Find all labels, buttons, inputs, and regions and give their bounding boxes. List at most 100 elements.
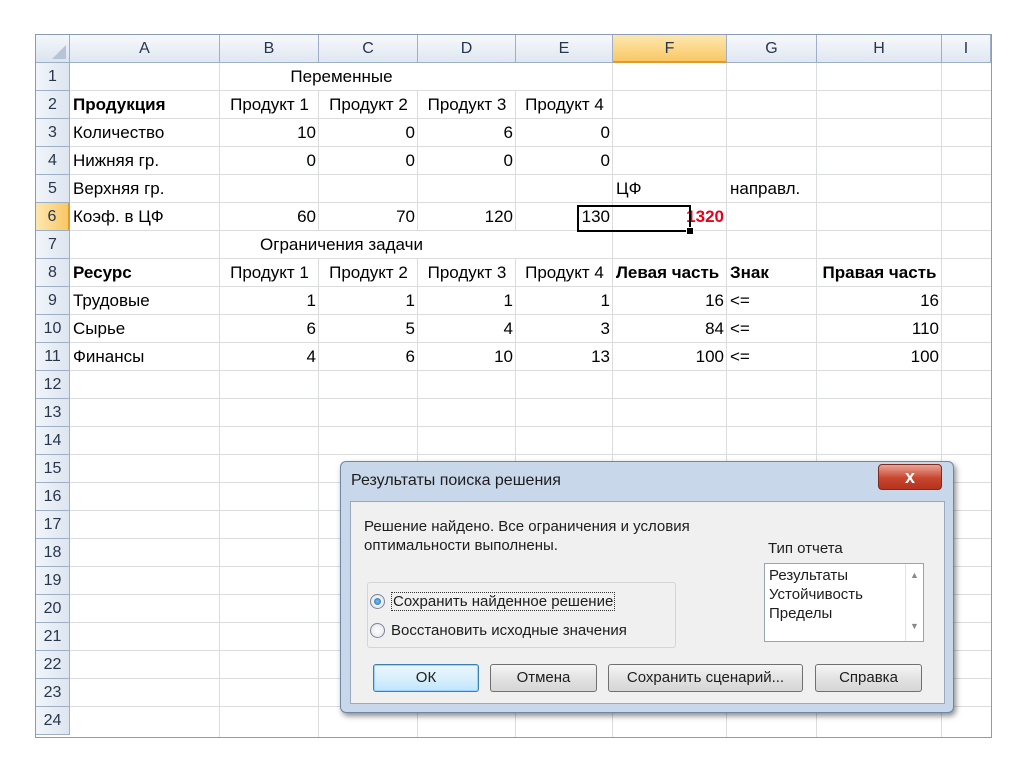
row-header-16[interactable]: 16 <box>36 483 70 511</box>
cell-h10[interactable]: 110 <box>817 315 942 343</box>
cell-f9[interactable]: 16 <box>613 287 727 315</box>
cell-c10[interactable]: 5 <box>319 315 418 343</box>
row-header-20[interactable]: 20 <box>36 595 70 623</box>
row-header-24[interactable]: 24 <box>36 707 70 735</box>
column-header-d[interactable]: D <box>418 35 516 63</box>
cell-e4[interactable]: 0 <box>516 147 613 175</box>
ok-button[interactable]: ОК <box>373 664 479 692</box>
close-button[interactable]: x <box>878 464 942 490</box>
cell-d10[interactable]: 4 <box>418 315 516 343</box>
column-header-h[interactable]: H <box>817 35 942 63</box>
cell-c8[interactable]: Продукт 2 <box>319 259 418 287</box>
cell-a4[interactable]: Нижняя гр. <box>70 147 220 175</box>
column-header-c[interactable]: C <box>319 35 418 63</box>
cancel-button[interactable]: Отмена <box>490 664 597 692</box>
row-header-14[interactable]: 14 <box>36 427 70 455</box>
cell-b3[interactable]: 10 <box>220 119 319 147</box>
radio-keep-solution[interactable]: Сохранить найденное решение <box>370 591 616 613</box>
cell-g11[interactable]: <= <box>727 343 817 371</box>
cell-d3[interactable]: 6 <box>418 119 516 147</box>
cell-a5[interactable]: Верхняя гр. <box>70 175 220 203</box>
row-header-21[interactable]: 21 <box>36 623 70 651</box>
cell-h11[interactable]: 100 <box>817 343 942 371</box>
column-header-e[interactable]: E <box>516 35 613 63</box>
cell-d9[interactable]: 1 <box>418 287 516 315</box>
cell-b9[interactable]: 1 <box>220 287 319 315</box>
cell-g5[interactable]: направл. <box>727 175 817 203</box>
cell-h9[interactable]: 16 <box>817 287 942 315</box>
row-header-17[interactable]: 17 <box>36 511 70 539</box>
cell-g10[interactable]: <= <box>727 315 817 343</box>
cell-c6[interactable]: 70 <box>319 203 418 231</box>
row-header-7[interactable]: 7 <box>36 231 70 259</box>
radio-restore-values[interactable]: Восстановить исходные значения <box>370 620 627 642</box>
fill-handle[interactable] <box>686 227 694 235</box>
cell-a9[interactable]: Трудовые <box>70 287 220 315</box>
column-header-a[interactable]: A <box>70 35 220 63</box>
column-header-g[interactable]: G <box>727 35 817 63</box>
report-list-scrollbar[interactable]: ▲ ▼ <box>905 564 923 641</box>
row-header-1[interactable]: 1 <box>36 63 70 91</box>
cell-a6[interactable]: Коэф. в ЦФ <box>70 203 220 231</box>
cell-e3[interactable]: 0 <box>516 119 613 147</box>
cell-f8[interactable]: Левая часть <box>613 259 727 287</box>
cell-b8[interactable]: Продукт 1 <box>220 259 319 287</box>
select-all-corner[interactable] <box>36 35 70 63</box>
cell-h8[interactable]: Правая часть <box>817 259 942 287</box>
cell-title-constraints[interactable]: Ограничения задачи <box>70 231 613 259</box>
scroll-up-icon[interactable]: ▲ <box>910 570 919 580</box>
cell-d11[interactable]: 10 <box>418 343 516 371</box>
cell-a8[interactable]: Ресурс <box>70 259 220 287</box>
row-header-3[interactable]: 3 <box>36 119 70 147</box>
column-header-b[interactable]: B <box>220 35 319 63</box>
row-header-11[interactable]: 11 <box>36 343 70 371</box>
cell-f11[interactable]: 100 <box>613 343 727 371</box>
scroll-down-icon[interactable]: ▼ <box>910 621 919 631</box>
cell-e8[interactable]: Продукт 4 <box>516 259 613 287</box>
row-header-19[interactable]: 19 <box>36 567 70 595</box>
row-header-6[interactable]: 6 <box>36 203 70 231</box>
column-header-i[interactable]: I <box>942 35 991 63</box>
row-header-9[interactable]: 9 <box>36 287 70 315</box>
cell-e2[interactable]: Продукт 4 <box>516 91 613 119</box>
row-header-10[interactable]: 10 <box>36 315 70 343</box>
cell-a11[interactable]: Финансы <box>70 343 220 371</box>
help-button[interactable]: Справка <box>815 664 922 692</box>
cell-b10[interactable]: 6 <box>220 315 319 343</box>
cell-e10[interactable]: 3 <box>516 315 613 343</box>
cell-d6[interactable]: 120 <box>418 203 516 231</box>
row-header-8[interactable]: 8 <box>36 259 70 287</box>
row-header-15[interactable]: 15 <box>36 455 70 483</box>
radio-unselected-icon[interactable] <box>370 622 385 638</box>
cell-c9[interactable]: 1 <box>319 287 418 315</box>
report-item-results[interactable]: Результаты <box>769 566 848 585</box>
radio-selected-icon[interactable] <box>370 593 385 609</box>
cell-a2[interactable]: Продукция <box>70 91 220 119</box>
cell-d8[interactable]: Продукт 3 <box>418 259 516 287</box>
cell-b4[interactable]: 0 <box>220 147 319 175</box>
row-header-4[interactable]: 4 <box>36 147 70 175</box>
cell-f10[interactable]: 84 <box>613 315 727 343</box>
row-header-13[interactable]: 13 <box>36 399 70 427</box>
cell-b6[interactable]: 60 <box>220 203 319 231</box>
cell-g9[interactable]: <= <box>727 287 817 315</box>
row-header-23[interactable]: 23 <box>36 679 70 707</box>
cell-c3[interactable]: 0 <box>319 119 418 147</box>
cell-d4[interactable]: 0 <box>418 147 516 175</box>
report-item-limits[interactable]: Пределы <box>769 604 832 623</box>
cell-f5[interactable]: ЦФ <box>613 175 727 203</box>
report-item-sensitivity[interactable]: Устойчивость <box>769 585 863 604</box>
cell-g8[interactable]: Знак <box>727 259 817 287</box>
cell-e9[interactable]: 1 <box>516 287 613 315</box>
row-header-2[interactable]: 2 <box>36 91 70 119</box>
cell-e11[interactable]: 13 <box>516 343 613 371</box>
cell-b2[interactable]: Продукт 1 <box>220 91 319 119</box>
row-header-12[interactable]: 12 <box>36 371 70 399</box>
row-header-22[interactable]: 22 <box>36 651 70 679</box>
cell-b11[interactable]: 4 <box>220 343 319 371</box>
report-type-list[interactable]: Результаты Устойчивость Пределы ▲ ▼ <box>764 563 924 642</box>
cell-d2[interactable]: Продукт 3 <box>418 91 516 119</box>
row-header-18[interactable]: 18 <box>36 539 70 567</box>
row-header-5[interactable]: 5 <box>36 175 70 203</box>
cell-a3[interactable]: Количество <box>70 119 220 147</box>
